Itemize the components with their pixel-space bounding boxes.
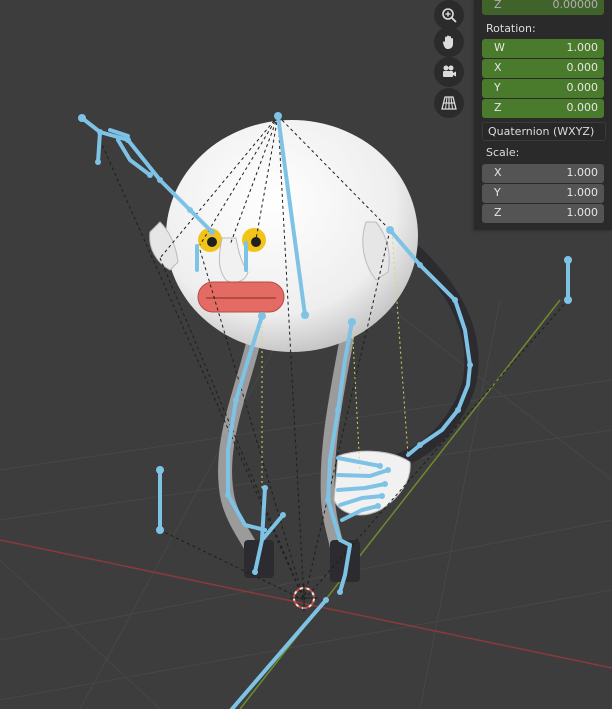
pan-button[interactable] bbox=[434, 27, 464, 57]
scale-y-field[interactable]: Y 1.000 bbox=[482, 184, 604, 203]
field-value: 0.000 bbox=[566, 61, 599, 74]
scale-heading: Scale: bbox=[486, 146, 520, 159]
rotation-z-field[interactable]: Z 0.000 bbox=[482, 99, 604, 118]
zoom-button[interactable] bbox=[434, 0, 464, 30]
field-label: Z bbox=[494, 206, 502, 219]
floor-grid bbox=[0, 299, 612, 709]
field-value: 0.00000 bbox=[552, 0, 599, 11]
field-value: 1.000 bbox=[566, 41, 599, 54]
field-label: Y bbox=[494, 81, 501, 94]
perspective-toggle-button[interactable] bbox=[434, 88, 464, 118]
field-label: W bbox=[494, 41, 505, 54]
rotation-x-field[interactable]: X 0.000 bbox=[482, 59, 604, 78]
rotation-y-field[interactable]: Y 0.000 bbox=[482, 79, 604, 98]
field-label: X bbox=[494, 61, 502, 74]
zoom-icon bbox=[442, 8, 457, 23]
camera-icon bbox=[443, 65, 456, 77]
field-value: 1.000 bbox=[566, 186, 599, 199]
field-label: Z bbox=[494, 101, 502, 114]
field-label: Y bbox=[494, 186, 501, 199]
x-axis-line bbox=[0, 539, 612, 669]
scale-x-field[interactable]: X 1.000 bbox=[482, 164, 604, 183]
location-z-field[interactable]: Z 0.00000 bbox=[482, 0, 604, 15]
scale-z-field[interactable]: Z 1.000 bbox=[482, 204, 604, 223]
rotation-w-field[interactable]: W 1.000 bbox=[482, 39, 604, 58]
transform-panel: Z 0.00000 Rotation: W 1.000 X 0.000 Y 0.… bbox=[474, 0, 612, 230]
field-value: 1.000 bbox=[566, 166, 599, 179]
field-label: Z bbox=[494, 0, 502, 11]
hand-pan-icon bbox=[442, 35, 453, 49]
3d-viewport[interactable]: Z 0.00000 Rotation: W 1.000 X 0.000 Y 0.… bbox=[0, 0, 612, 709]
rotation-mode-dropdown[interactable]: Quaternion (WXYZ) bbox=[482, 122, 606, 141]
field-label: X bbox=[494, 166, 502, 179]
field-value: 1.000 bbox=[566, 206, 599, 219]
camera-button[interactable] bbox=[434, 57, 464, 87]
perspective-grid-icon bbox=[441, 96, 457, 110]
rotation-heading: Rotation: bbox=[486, 22, 536, 35]
field-value: 0.000 bbox=[566, 101, 599, 114]
field-value: 0.000 bbox=[566, 81, 599, 94]
